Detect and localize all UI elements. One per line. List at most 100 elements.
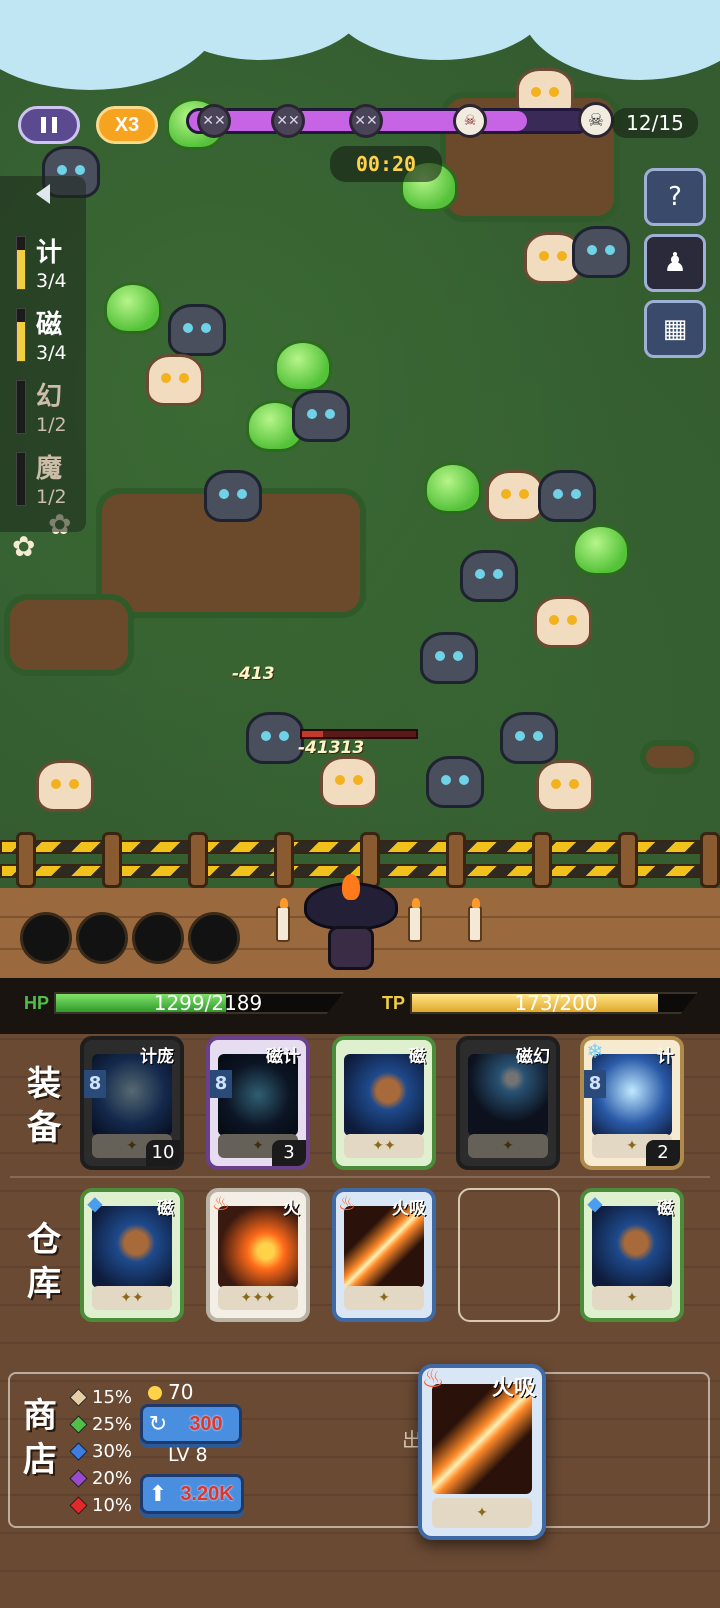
pause-icon [52, 117, 57, 133]
rarity-odd: 25% [68, 1411, 148, 1438]
snowflake-icon: ❄ [586, 1039, 604, 1063]
synergy-panel: 计 3/4 磁 3/4 幻 1/2 魔 1/2 [0, 176, 86, 532]
ticket-machine-icon: ▦ [662, 314, 688, 344]
card-stars: ✦ [592, 1286, 672, 1310]
empty-summon-slot[interactable] [132, 912, 184, 964]
card-stars: ✦ [468, 1134, 548, 1158]
upgrade-shop-button[interactable]: ⬆ 3.20K [140, 1474, 244, 1514]
fence-post [102, 832, 122, 888]
character-portrait-button[interactable]: ♟ [644, 234, 706, 292]
card-count: 10 [146, 1140, 180, 1166]
card-tags: 磁 [157, 1199, 174, 1219]
synergy-level-bar [16, 308, 26, 362]
synergy-ci[interactable]: 磁 3/4 [14, 302, 78, 372]
enemy-grey-cat [168, 304, 226, 356]
candle-icon [408, 898, 422, 942]
shop-level: LV 8 [168, 1444, 208, 1466]
battlefield: ✿ ✿ -413 -41313 [0, 0, 720, 1000]
card-stars: ✦✦✦ [218, 1286, 298, 1310]
equip-card[interactable]: 磁幻 ✦ [456, 1036, 560, 1170]
equip-card[interactable]: 8 计庞 ✦ 10 [80, 1036, 184, 1170]
storage-card[interactable]: ♨ 火 ✦✦✦ [206, 1188, 310, 1322]
storage-card[interactable]: ◆ 磁 ✦ [580, 1188, 684, 1322]
wave-marker-skull-icon: ✕✕ [197, 104, 231, 138]
enemy-slime [274, 340, 332, 392]
equip-card[interactable]: 磁 ✦✦ [332, 1036, 436, 1170]
empty-summon-slot[interactable] [20, 912, 72, 964]
equip-card[interactable]: ❄ 8 计 ✦ 2 [580, 1036, 684, 1170]
wave-marker-skull-icon: ✕✕ [271, 104, 305, 138]
fence-post [16, 832, 36, 888]
synergy-huan[interactable]: 幻 1/2 [14, 374, 78, 444]
fence-post [532, 832, 552, 888]
synergy-name: 计 [36, 238, 63, 268]
rarity-gem-icon [69, 1442, 88, 1461]
tp-stat: TP 173/200 [382, 990, 698, 1016]
final-wave-skull-icon: ☠ [578, 102, 614, 138]
synergy-name: 魔 [36, 454, 63, 484]
rarity-pct: 10% [92, 1495, 133, 1516]
card-level: 8 [84, 1070, 106, 1098]
magnet-drop-icon: ◆ [587, 1191, 603, 1215]
synergy-count: 3/4 [36, 270, 67, 292]
rarity-odd: 10% [68, 1492, 148, 1519]
enemy-grey-cat [500, 712, 558, 764]
fence-post [446, 832, 466, 888]
synergy-level-bar [16, 452, 26, 506]
equip-card[interactable]: 8 磁计 ✦ 3 [206, 1036, 310, 1170]
empty-summon-slot[interactable] [76, 912, 128, 964]
damage-number: -41313 [298, 738, 365, 758]
help-card-icon: ? [668, 182, 682, 212]
enemy-grey-cat [246, 712, 304, 764]
stats-bar: HP 1299/2189 TP 173/200 [0, 978, 720, 1034]
enemy-tan-cat [534, 596, 592, 648]
card-tags: 磁 [409, 1047, 426, 1067]
enemy-tan-cat [536, 760, 594, 812]
card-level: 8 [584, 1070, 606, 1098]
candle-icon [468, 898, 482, 942]
card-stars: ✦ [432, 1498, 532, 1528]
empty-summon-slot[interactable] [188, 912, 240, 964]
candle-icon [276, 898, 290, 942]
rarity-pct: 25% [92, 1414, 133, 1435]
pause-button[interactable] [18, 106, 80, 144]
synergy-count: 3/4 [36, 342, 67, 364]
enemy-grey-cat [572, 226, 630, 278]
cloud [330, 0, 550, 60]
witch-body [328, 926, 374, 970]
dragged-card[interactable]: ♨ 火吸 ✦ [418, 1364, 546, 1540]
synergy-name: 磁 [36, 310, 63, 340]
enemy-grey-cat [460, 550, 518, 602]
storage-card[interactable]: ◆ 磁 ✦✦ [80, 1188, 184, 1322]
synergy-level-fill [17, 250, 25, 289]
flower: ✿ [12, 530, 36, 563]
enemy-health-fill [302, 731, 323, 737]
enemy-grey-cat [420, 632, 478, 684]
rarity-odds: 15% 25% 30% 20% 10% [68, 1384, 148, 1519]
witch-player [304, 874, 398, 974]
ticket-machine-button[interactable]: ▦ [644, 300, 706, 358]
rarity-pct: 15% [92, 1387, 133, 1408]
equip-title: 装 备 [27, 1064, 61, 1148]
empty-storage-slot[interactable] [458, 1188, 560, 1322]
coin-balance: 70 [148, 1380, 193, 1404]
hp-label: HP [24, 993, 50, 1013]
synergy-mo[interactable]: 魔 1/2 [14, 446, 78, 516]
rarity-gem-icon [69, 1388, 88, 1407]
help-card-button[interactable]: ? [644, 168, 706, 226]
tp-value: 173/200 [514, 991, 598, 1015]
card-tags: 磁计 [266, 1047, 300, 1067]
dirt-patch [4, 594, 134, 676]
fence-post [188, 832, 208, 888]
synergy-ji[interactable]: 计 3/4 [14, 230, 78, 300]
card-tags: 磁 [657, 1199, 674, 1219]
collapse-arrow-icon[interactable] [36, 184, 50, 204]
speed-button[interactable]: X3 [96, 106, 158, 144]
synergy-level-bar [16, 380, 26, 434]
storage-card[interactable]: ♨ 火吸 ✦ [332, 1188, 436, 1322]
fence-post [618, 832, 638, 888]
shop-title: 商 店 [23, 1396, 57, 1480]
enemy-tan-cat [320, 756, 378, 808]
refresh-shop-button[interactable]: ↻ 300 [140, 1404, 242, 1444]
wave-counter: 12/15 [612, 108, 698, 138]
